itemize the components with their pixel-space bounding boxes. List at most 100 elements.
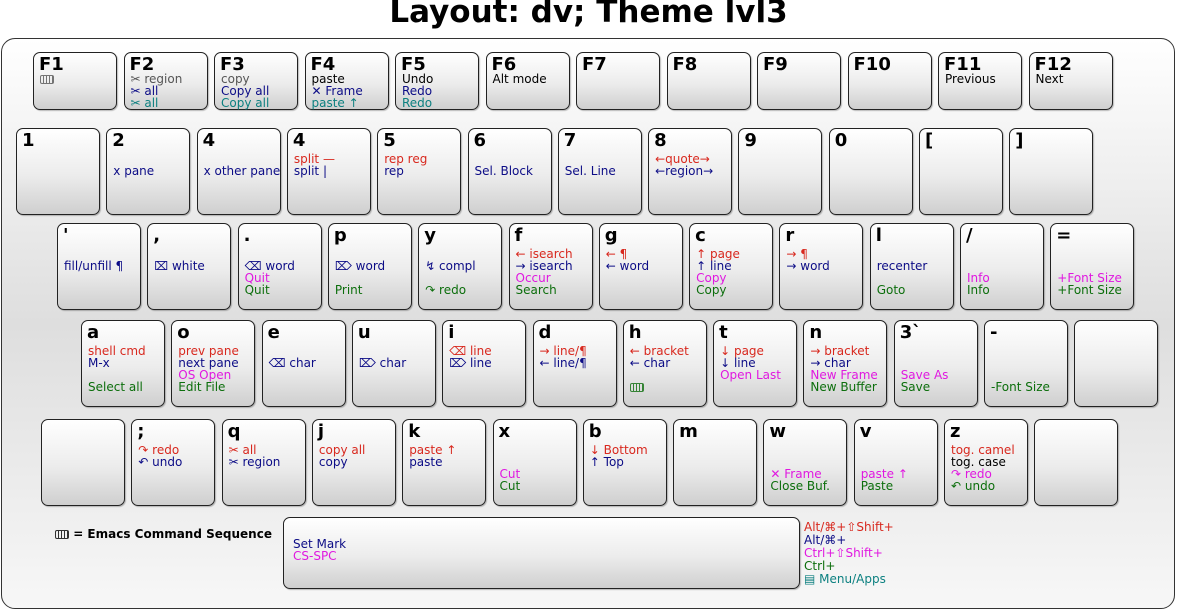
key-9: 9 — [738, 128, 823, 215]
key-d: d → line/¶ ← line/¶ — [532, 320, 617, 407]
key-label: , — [153, 225, 161, 246]
key-o: o prev pane next pane OS Open Edit File — [171, 320, 256, 407]
keyboard-icon — [629, 383, 644, 392]
key-command: Close Buf. — [770, 479, 830, 493]
key-command: Search — [515, 283, 557, 297]
key-sym: , ⌧ white — [147, 223, 232, 310]
key-command: Goto — [876, 283, 906, 297]
key-command: Print — [334, 283, 363, 297]
key-blank-3-11 — [1074, 320, 1159, 407]
key-sym: . ⌫ word Quit Quit — [237, 223, 322, 310]
keyboard-icon — [55, 530, 69, 539]
key-a: a shell cmd M-x Select all — [81, 320, 165, 407]
key-f2: F2 ✂ region ✂ all ✂ all — [123, 52, 208, 110]
key-f7: F7 — [576, 52, 660, 110]
key-f9: F9 — [757, 52, 841, 110]
key-r: r → ¶ → word — [779, 223, 864, 310]
diagram-title: Layout: dv; Theme lvl3 — [389, 0, 788, 30]
key-command: M-x — [88, 356, 110, 370]
key-label: 4 — [202, 130, 216, 151]
key-label: w — [769, 421, 787, 442]
key-label: 7 — [563, 130, 577, 151]
modifier-legend-item: ▤ Menu/Apps — [804, 572, 886, 586]
key-command: -Font Size — [991, 380, 1050, 394]
key-label: c — [695, 225, 706, 246]
key-f3: F3 copy Copy all Copy all — [214, 52, 298, 110]
key-f10: F10 — [847, 52, 932, 110]
key-command: Alt mode — [492, 72, 547, 86]
key-command: CS-SPC — [293, 549, 337, 563]
key-blank-4-0 — [41, 419, 125, 506]
key-y: y ↯ compl ↷ redo — [418, 223, 503, 310]
key-label: v — [859, 421, 872, 442]
key-sym: = +Font Size +Font Size — [1050, 223, 1135, 310]
key-q: q ✂ all ✂ region — [221, 419, 306, 506]
key-u: u ⌦ char — [351, 320, 436, 407]
key-command: Next — [1035, 72, 1064, 86]
key-command: Save — [900, 380, 931, 394]
key-label: e — [267, 322, 280, 343]
key-command: Sel. Block — [474, 164, 533, 178]
key-command: Open Last — [720, 368, 781, 382]
key-label: / — [966, 225, 973, 246]
key-n: n → bracket → char New Frame New Buffer — [803, 320, 888, 407]
key-z: z tog. camel tog. case ↷ redo ↶ undo — [944, 419, 1028, 506]
key-label: . — [243, 225, 251, 246]
key-h: h ← bracket ← char — [622, 320, 707, 407]
key-command: Cut — [499, 479, 521, 493]
key-i: i ⌫ line ⌦ line — [442, 320, 527, 407]
key-label: h — [628, 322, 642, 343]
key-2: 2 x pane — [106, 128, 191, 215]
key-command: ←region→ — [655, 164, 714, 178]
key-command: Paste — [860, 479, 894, 493]
key-command: Copy all — [221, 96, 270, 110]
key-label: 0 — [834, 130, 848, 151]
key-command: → word — [786, 259, 830, 273]
key-label: n — [809, 322, 823, 343]
key-g: g ← ¶ ← word — [598, 223, 683, 310]
key-f: f ← isearch → isearch Occur Search — [508, 223, 593, 310]
key-label: ] — [1015, 130, 1024, 151]
key-command: ✂ region — [228, 455, 281, 469]
key-label: i — [448, 322, 455, 343]
key-label: f — [514, 225, 523, 246]
key-label: = — [1056, 225, 1072, 246]
key-4: 4 x other pane — [196, 128, 281, 215]
key-command: Info — [967, 283, 990, 297]
key-label: 4 — [292, 130, 306, 151]
key-sym: ' fill/unfill ¶ — [57, 223, 141, 310]
key-f5: F5 Undo Redo Redo — [395, 52, 479, 110]
key-label: F8 — [672, 54, 698, 75]
key-command: ↶ undo — [951, 479, 996, 493]
key-command: Sel. Line — [564, 164, 616, 178]
key-command: recenter — [876, 259, 928, 273]
key-sym: - -Font Size — [984, 320, 1068, 407]
key-command-icon — [40, 73, 54, 85]
key-space: Set Mark CS-SPC — [283, 517, 800, 589]
key-command: Redo — [402, 96, 433, 110]
key-command: ↑ Top — [589, 455, 624, 469]
emacs-legend-text: = Emacs Command Sequence — [73, 527, 272, 541]
key-label: p — [333, 225, 347, 246]
key-label: j — [317, 421, 325, 442]
key-label: 6 — [473, 130, 487, 151]
key-command: Copy — [696, 283, 727, 297]
key-f1: F1 — [33, 52, 117, 110]
key-m: m — [673, 419, 758, 506]
key-f8: F8 — [666, 52, 751, 110]
key-label: 1 — [22, 130, 35, 151]
key-label: u — [357, 322, 371, 343]
key-k: k paste ↑ paste — [402, 419, 487, 506]
key-x: x Cut Cut — [492, 419, 577, 506]
key-command: ↷ redo — [425, 283, 467, 297]
key-command: x other pane — [203, 164, 281, 178]
key-label: [ — [925, 130, 934, 151]
key-sym: ] — [1009, 128, 1094, 215]
key-command: Previous — [945, 72, 996, 86]
key-command: paste ↑ — [311, 96, 359, 110]
key-command: ← line/¶ — [539, 356, 587, 370]
key-c: c ↑ page ↑ line Copy Copy — [689, 223, 774, 310]
key-label: 2 — [112, 130, 125, 151]
key-6: 6 Sel. Block — [467, 128, 552, 215]
key-w: w ✕ Frame Close Buf. — [763, 419, 848, 506]
